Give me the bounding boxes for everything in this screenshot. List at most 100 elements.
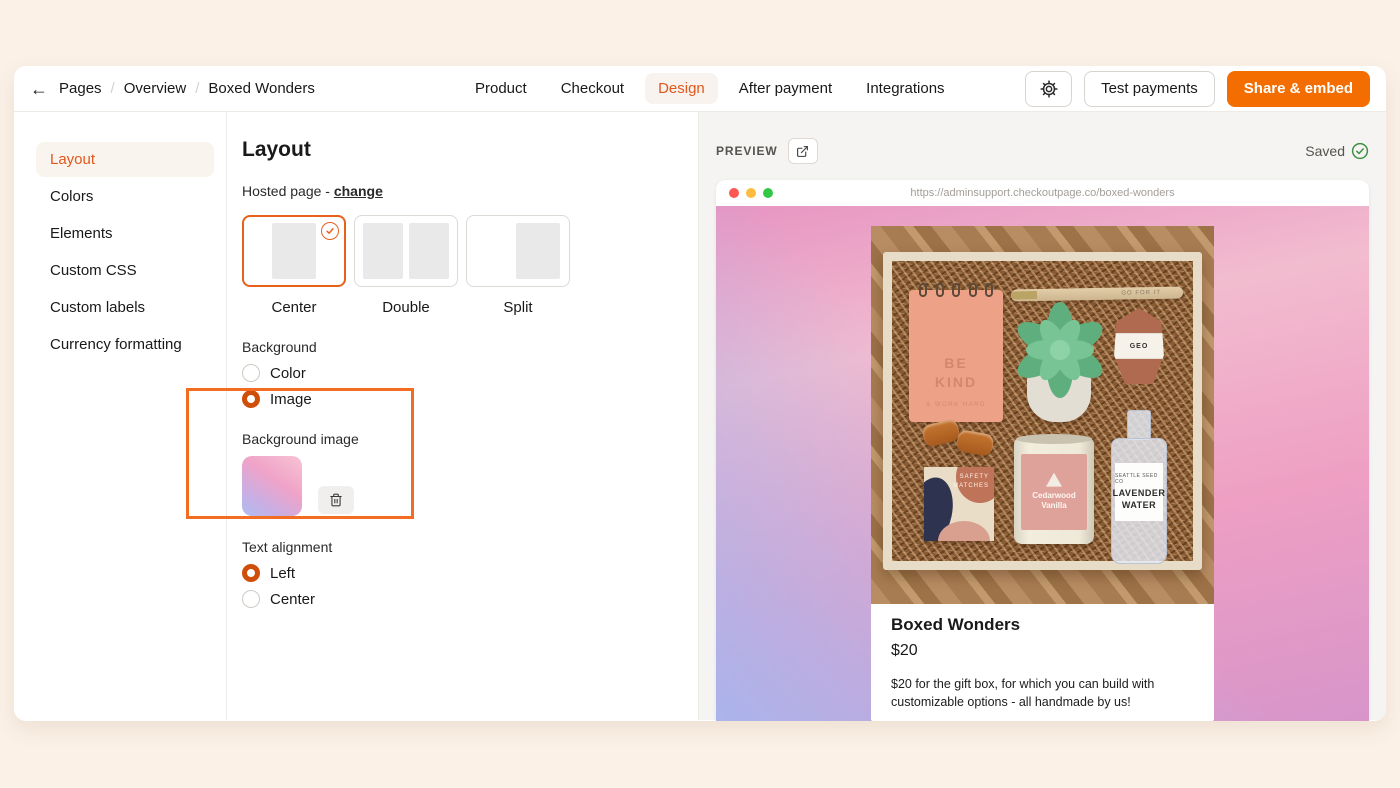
breadcrumb: ← Pages / Overview / Boxed Wonders: [30, 80, 315, 98]
breadcrumb-separator: /: [110, 80, 115, 97]
traffic-light-dots: [729, 188, 773, 198]
spiral-binding: [919, 283, 993, 297]
matchbox: SAFETY MATCHES: [924, 467, 994, 541]
pen-text: GO FOR IT: [1121, 289, 1162, 297]
app-window: ← Pages / Overview / Boxed Wonders Produ…: [14, 66, 1386, 721]
candle-text: Cedarwood Vanilla: [1032, 490, 1076, 510]
saved-status: Saved: [1305, 142, 1369, 160]
hosted-page-row: Hosted page - change: [242, 183, 678, 199]
preview-browser-window: https://adminsupport.checkoutpage.co/box…: [716, 180, 1369, 721]
radio-selected-icon[interactable]: [242, 390, 260, 408]
delete-background-image-button[interactable]: [318, 486, 354, 514]
breadcrumb-pages[interactable]: Pages: [59, 80, 102, 97]
background-image-row: [242, 456, 678, 516]
spray-text: LAVENDER WATER: [1112, 488, 1166, 510]
top-bar: ← Pages / Overview / Boxed Wonders Produ…: [14, 66, 1386, 112]
share-embed-button[interactable]: Share & embed: [1226, 70, 1370, 107]
open-preview-button[interactable]: [787, 138, 818, 164]
checkout-page-preview: BE KIND & WORK HARD GO FOR IT GEO SAFETY…: [716, 206, 1369, 721]
sidebar-item-custom-labels[interactable]: Custom labels: [36, 290, 214, 325]
spray-label: SEATTLE SEED CO LAVENDER WATER: [1112, 463, 1166, 521]
radio-selected-icon[interactable]: [242, 564, 260, 582]
layout-thumb-block: [409, 223, 449, 279]
design-sidebar: Layout Colors Elements Custom CSS Custom…: [14, 112, 227, 720]
product-photo: BE KIND & WORK HARD GO FOR IT GEO SAFETY…: [871, 226, 1214, 604]
browser-chrome: https://adminsupport.checkoutpage.co/box…: [716, 180, 1369, 206]
layout-option-labels: Center Double Split: [242, 299, 678, 316]
layout-option-center[interactable]: [242, 215, 346, 287]
spray-brand-text: SEATTLE SEED CO: [1115, 473, 1158, 486]
background-label: Background: [242, 339, 317, 355]
tab-integrations[interactable]: Integrations: [853, 73, 957, 104]
app-body: Layout Colors Elements Custom CSS Custom…: [14, 112, 1386, 721]
layout-editor-panel: Layout Hosted page - change Center Doubl…: [227, 112, 698, 720]
spray-bottle: SEATTLE SEED CO LAVENDER WATER: [1111, 410, 1167, 564]
tab-after-payment[interactable]: After payment: [726, 73, 845, 104]
text-alignment-center-option[interactable]: Center: [242, 590, 678, 608]
product-card: BE KIND & WORK HARD GO FOR IT GEO SAFETY…: [871, 226, 1214, 721]
radio-unselected-icon[interactable]: [242, 590, 260, 608]
gear-icon: [1039, 79, 1058, 98]
text-alignment-label: Text alignment: [242, 539, 333, 555]
candle-label: Cedarwood Vanilla: [1021, 454, 1087, 530]
radio-unselected-icon[interactable]: [242, 364, 260, 382]
text-alignment-left-label: Left: [270, 564, 296, 582]
notepad: BE KIND & WORK HARD: [909, 283, 1003, 422]
preview-panel: PREVIEW Saved https://adminsupport.check…: [698, 112, 1386, 721]
product-info: Boxed Wonders $20 $20 for the gift box, …: [871, 604, 1214, 721]
layout-option-double[interactable]: [354, 215, 458, 287]
soap-bar: GEO: [1114, 308, 1164, 384]
panel-title: Layout: [242, 138, 311, 161]
back-arrow-icon[interactable]: ←: [30, 80, 48, 98]
label-center: Center: [271, 299, 317, 316]
layout-thumb-block: [363, 223, 403, 279]
product-description: $20 for the gift box, for which you can …: [891, 677, 1155, 710]
sidebar-item-colors[interactable]: Colors: [36, 179, 214, 214]
text-alignment-center-label: Center: [270, 590, 316, 608]
sidebar-item-layout[interactable]: Layout: [36, 142, 214, 177]
zoom-dot-icon: [763, 188, 773, 198]
text-alignment-left-option[interactable]: Left: [242, 564, 678, 582]
matchbox-text: SAFETY MATCHES: [953, 474, 989, 489]
trash-icon: [330, 493, 342, 507]
candle-logo-icon: [1046, 472, 1062, 487]
selected-check-icon: [321, 222, 339, 240]
succulent-plant: [1017, 302, 1103, 398]
soap-label: GEO: [1114, 333, 1164, 359]
preview-header: PREVIEW Saved: [716, 138, 1369, 164]
label-double: Double: [382, 299, 430, 316]
tab-product[interactable]: Product: [462, 73, 540, 104]
background-color-option[interactable]: Color: [242, 364, 678, 382]
sidebar-item-elements[interactable]: Elements: [36, 216, 214, 251]
notepad-subtext: & WORK HARD: [926, 402, 986, 408]
change-link[interactable]: change: [334, 183, 383, 199]
candle-jar: Cedarwood Vanilla: [1014, 434, 1094, 544]
close-dot-icon: [729, 188, 739, 198]
settings-button[interactable]: [1025, 70, 1073, 107]
tab-design[interactable]: Design: [645, 73, 718, 104]
breadcrumb-overview[interactable]: Overview: [124, 80, 187, 97]
background-image-label: Background image: [242, 431, 359, 447]
saved-label: Saved: [1305, 143, 1345, 159]
notepad-text: KIND: [934, 374, 978, 391]
layout-thumb-block: [272, 223, 316, 279]
hosted-page-label: Hosted page -: [242, 183, 330, 199]
test-payments-button[interactable]: Test payments: [1084, 70, 1215, 107]
preview-label: PREVIEW: [716, 144, 778, 158]
notepad-text: BE: [944, 355, 968, 372]
background-image-option[interactable]: Image: [242, 390, 678, 408]
layout-option-split[interactable]: [466, 215, 570, 287]
tab-checkout[interactable]: Checkout: [548, 73, 637, 104]
product-price: $20: [891, 642, 918, 659]
sidebar-item-custom-css[interactable]: Custom CSS: [36, 253, 214, 288]
background-image-thumbnail[interactable]: [242, 456, 302, 516]
top-tabs: Product Checkout Design After payment In…: [462, 73, 958, 104]
background-color-option-label: Color: [270, 364, 306, 382]
topbar-actions: Test payments Share & embed: [1025, 70, 1370, 107]
check-circle-icon: [1351, 142, 1369, 160]
breadcrumb-page-title: Boxed Wonders: [208, 80, 315, 97]
layout-option-cards: [242, 215, 678, 287]
minimize-dot-icon: [746, 188, 756, 198]
product-name: Boxed Wonders: [891, 615, 1021, 634]
sidebar-item-currency-formatting[interactable]: Currency formatting: [36, 327, 214, 362]
